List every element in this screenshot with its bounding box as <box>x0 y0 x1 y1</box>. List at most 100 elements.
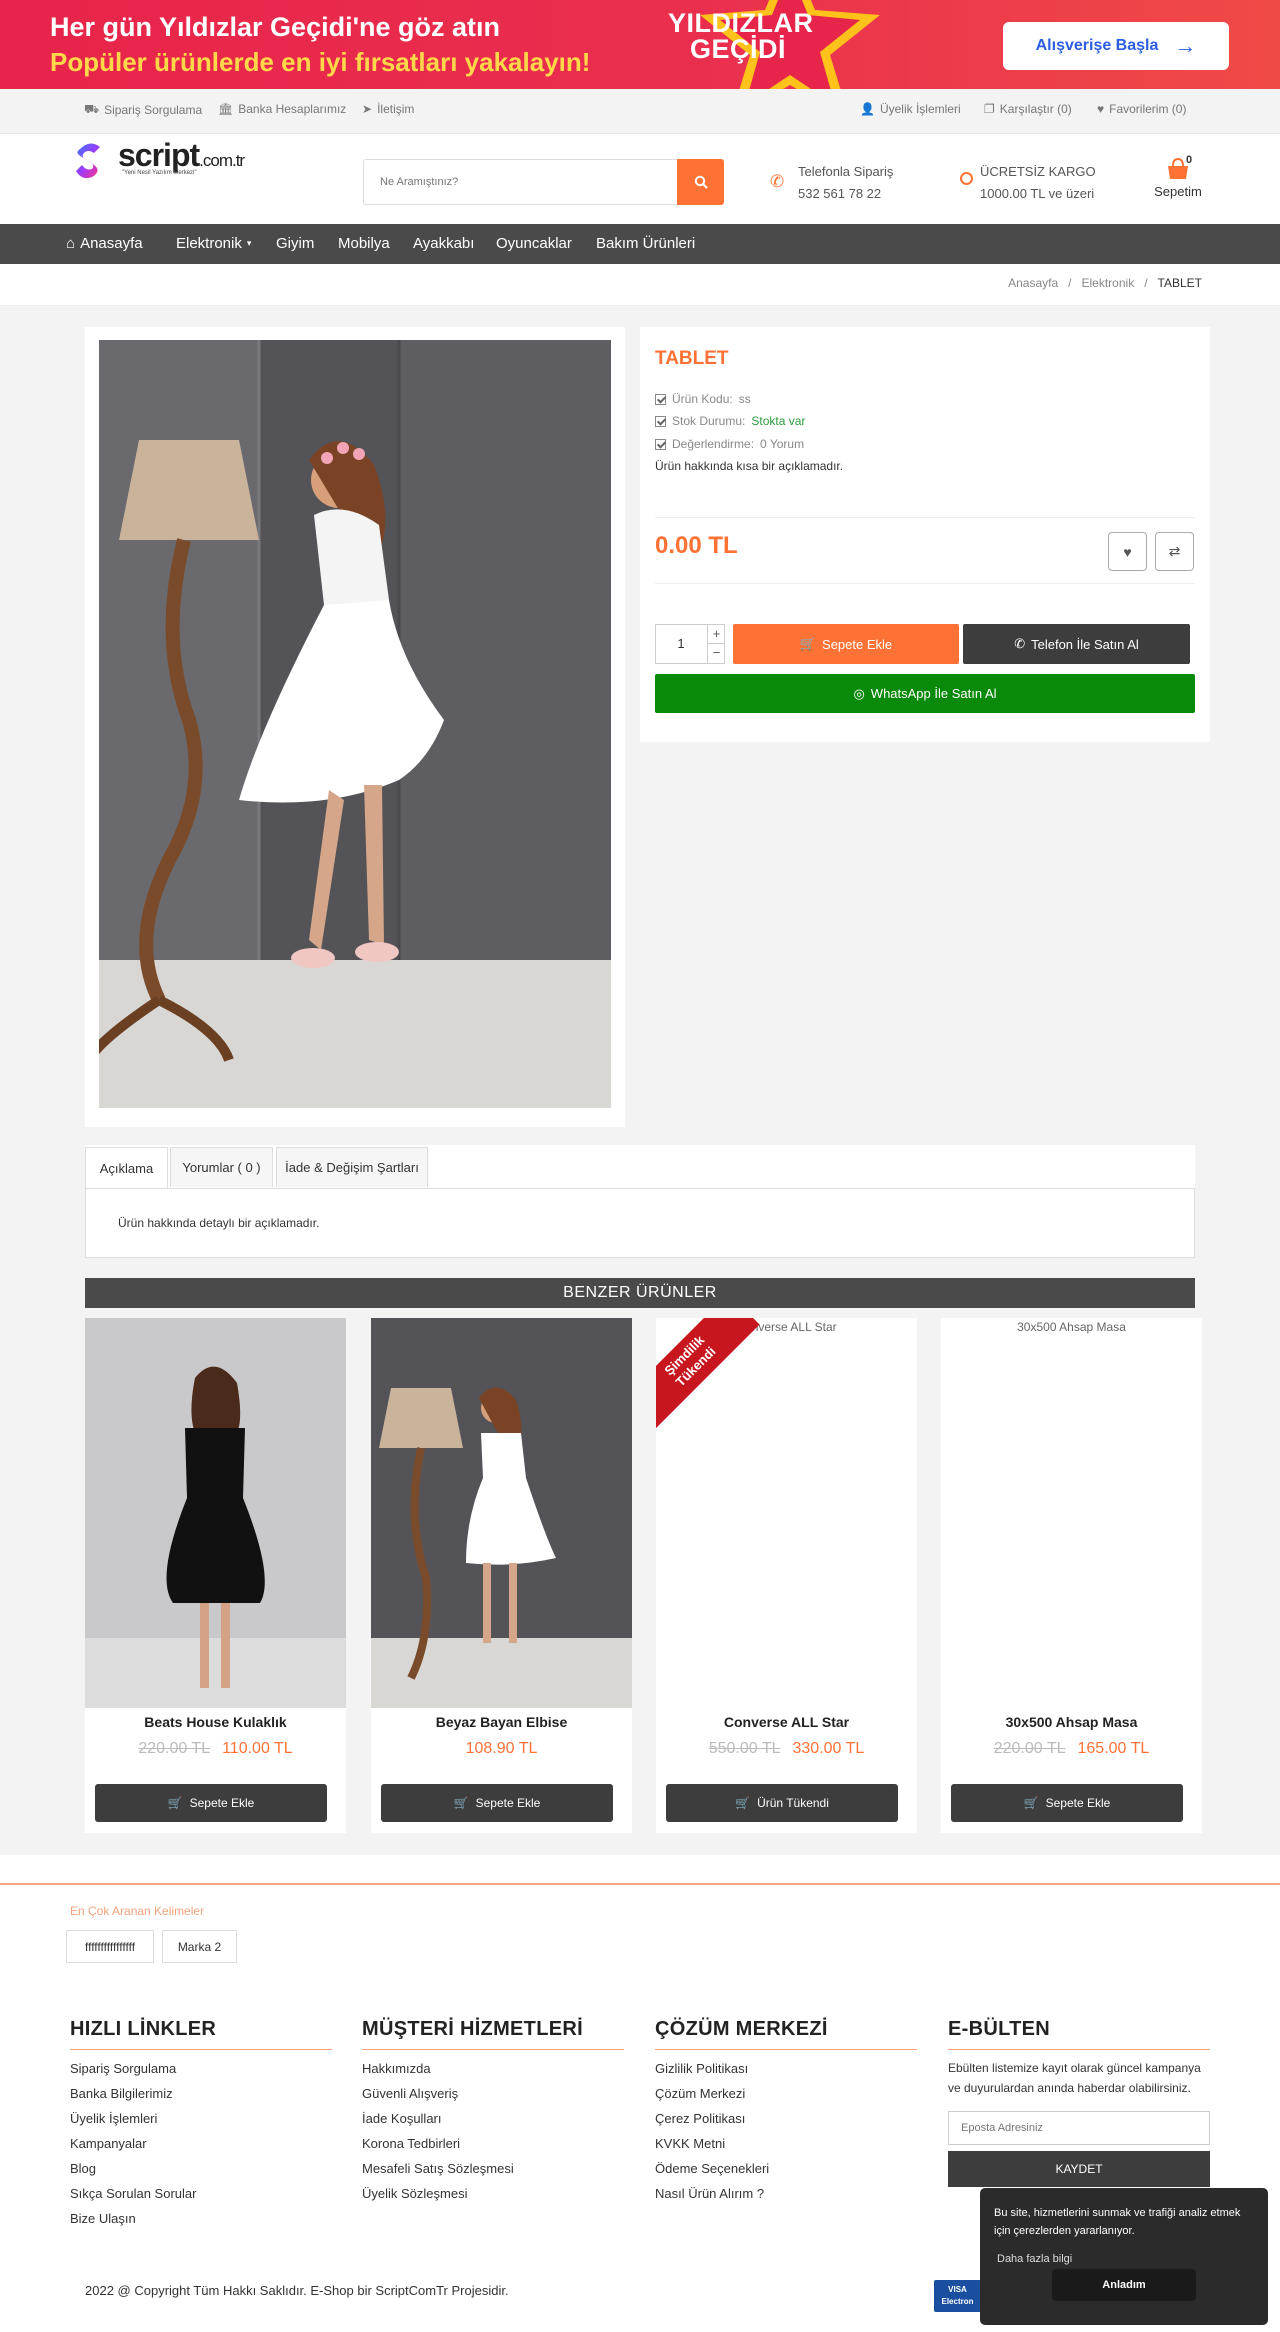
search-button[interactable] <box>677 159 724 205</box>
divider <box>655 583 1195 584</box>
product-card-image[interactable]: 30x500 Ahsap Masa <box>941 1318 1202 1708</box>
product-card[interactable]: Beyaz Bayan Elbise 108.90 TL 🛒 Sepete Ekl… <box>371 1318 632 1833</box>
product-card-name[interactable]: 30x500 Ahsap Masa <box>941 1714 1202 1730</box>
shop-now-button[interactable]: Alışverişe Başla → <box>1003 22 1229 70</box>
search-tag[interactable]: ffffffffffffffff <box>66 1930 154 1963</box>
add-favorite-button[interactable]: ♥ <box>1108 532 1147 571</box>
search-tag[interactable]: Marka 2 <box>162 1930 237 1963</box>
tab-description[interactable]: Açıklama <box>85 1147 168 1189</box>
product-card-name[interactable]: Converse ALL Star <box>656 1714 917 1730</box>
banner-subheadline: Popüler ürünlerde en iyi fırsatları yaka… <box>50 47 591 77</box>
compare-link[interactable]: ❐ Karşılaştır (0) <box>984 102 1072 116</box>
cart-button[interactable]: 0 Sepetim <box>1148 154 1208 199</box>
promo-banner[interactable]: Her gün Yıldızlar Geçidi'ne göz atın Pop… <box>0 0 1280 89</box>
phone-icon: ✆ <box>1014 636 1026 651</box>
footer-link[interactable]: Ödeme Seçenekleri <box>655 2156 917 2181</box>
breadcrumb-home[interactable]: Anasayfa <box>1008 276 1058 290</box>
footer-link[interactable]: Sipariş Sorgulama <box>70 2056 332 2081</box>
add-to-cart-button[interactable]: 🛒 Sepete Ekle <box>381 1784 613 1822</box>
nav-toys[interactable]: Oyuncaklar <box>496 235 572 252</box>
bank-accounts-link[interactable]: 🏛 Banka Hesaplarımız <box>218 102 346 116</box>
product-card[interactable]: Beats House Kulaklık 220.00 TL 110.00 TL … <box>85 1318 346 1833</box>
footer-link[interactable]: Mesafeli Satış Sözleşmesi <box>362 2156 624 2181</box>
main-nav: ⌂ Anasayfa Elektronik ▾ Giyim Mobilya Ayak… <box>0 224 1280 264</box>
bank-icon: 🏛 <box>218 102 234 116</box>
cookie-accept-button[interactable]: Anladım <box>1052 2269 1196 2301</box>
product-card[interactable]: 30x500 Ahsap Masa 30x500 Ahsap Masa 220.… <box>941 1318 1202 1833</box>
footer-link[interactable]: Korona Tedbirleri <box>362 2131 624 2156</box>
product-image[interactable] <box>99 340 611 1108</box>
footer-link[interactable]: Bize Ulaşın <box>70 2206 332 2231</box>
newsletter-email-input[interactable] <box>948 2111 1210 2145</box>
footer-link[interactable]: Güvenli Alışveriş <box>362 2081 624 2106</box>
heart-icon: ♥ <box>1123 543 1132 560</box>
footer-link[interactable]: Üyelik Sözleşmesi <box>362 2181 624 2206</box>
logo-mark-icon <box>76 143 100 179</box>
footer-link[interactable]: Kampanyalar <box>70 2131 332 2156</box>
footer-link[interactable]: Sıkça Sorulan Sorular <box>70 2181 332 2206</box>
footer-link[interactable]: Üyelik İşlemleri <box>70 2106 332 2131</box>
nav-care-products[interactable]: Bakım Ürünleri <box>596 235 695 252</box>
footer-link[interactable]: İade Koşulları <box>362 2106 624 2131</box>
short-description: Ürün hakkında kısa bir açıklamadır. <box>655 459 844 473</box>
product-card[interactable]: Converse ALL Star Şimdilik Tükendi Conver… <box>656 1318 917 1833</box>
breadcrumb-category[interactable]: Elektronik <box>1082 276 1135 290</box>
footer-link[interactable]: Çözüm Merkezi <box>655 2081 917 2106</box>
whatsapp-icon: ◎ <box>853 685 865 701</box>
quantity-stepper: 1 + − <box>655 624 725 664</box>
increase-button[interactable]: + <box>707 625 725 644</box>
footer-link[interactable]: Blog <box>70 2156 332 2181</box>
user-icon: 👤 <box>860 102 875 116</box>
footer-link[interactable]: Gizlilik Politikası <box>655 2056 917 2081</box>
product-card-name[interactable]: Beyaz Bayan Elbise <box>371 1714 632 1730</box>
truck-icon: ⛟ <box>84 102 100 116</box>
visa-electron-icon: VISA Electron <box>934 2280 981 2312</box>
footer-newsletter: E-BÜLTEN Ebülten listemize kayıt olarak … <box>948 2018 1210 2098</box>
nav-electronics[interactable]: Elektronik ▾ <box>176 235 251 252</box>
footer-link[interactable]: Banka Bilgilerimiz <box>70 2081 332 2106</box>
product-card-image[interactable] <box>85 1318 346 1708</box>
add-to-cart-button[interactable]: 🛒 Sepete Ekle <box>95 1784 327 1822</box>
nav-shoes[interactable]: Ayakkabı <box>413 235 474 252</box>
image-alt-text: 30x500 Ahsap Masa <box>1017 1320 1126 1334</box>
favorites-link[interactable]: ♥ Favorilerim (0) <box>1097 102 1186 116</box>
whatsapp-buy-button[interactable]: ◎ WhatsApp İle Satın Al <box>655 674 1195 713</box>
cart-icon: 🛒 <box>453 1796 469 1810</box>
tab-content: Ürün hakkında detaylı bir açıklamadır. <box>85 1188 1195 1258</box>
cookie-more-info-link[interactable]: Daha fazla bilgi <box>997 2250 1072 2268</box>
footer-heading: ÇÖZÜM MERKEZİ <box>655 2018 917 2050</box>
product-card-price: 220.00 TL 110.00 TL <box>138 1740 293 1757</box>
description-text: Ürün hakkında detaylı bir açıklamadır. <box>118 1216 320 1230</box>
copy-icon: ❐ <box>984 102 995 116</box>
order-tracking-link[interactable]: ⛟ Sipariş Sorgulama <box>84 102 202 118</box>
footer-link[interactable]: KVKK Metni <box>655 2131 917 2156</box>
membership-link[interactable]: 👤 Üyelik İşlemleri <box>860 102 961 116</box>
sold-out-button[interactable]: 🛒 Ürün Tükendi <box>666 1784 898 1822</box>
tab-reviews[interactable]: Yorumlar ( 0 ) <box>170 1147 273 1187</box>
footer-link[interactable]: Nasıl Ürün Alırım ? <box>655 2181 917 2206</box>
compare-button[interactable]: ⇄ <box>1155 532 1194 571</box>
decrease-button[interactable]: − <box>707 644 725 663</box>
site-logo[interactable]: script.com.tr "Yeni Nesil Yazılım Merkez… <box>70 137 270 187</box>
cart-count: 0 <box>1186 154 1193 166</box>
product-card-name[interactable]: Beats House Kulaklık <box>85 1714 346 1730</box>
divider <box>655 517 1195 518</box>
nav-home[interactable]: ⌂ Anasayfa <box>66 235 143 252</box>
nav-clothing[interactable]: Giyim <box>276 235 314 252</box>
newsletter-save-button[interactable]: KAYDET <box>948 2151 1210 2187</box>
logo-tagline: "Yeni Nesil Yazılım Merkezi" <box>122 170 197 176</box>
tab-returns[interactable]: İade & Değişim Şartları <box>276 1147 428 1187</box>
add-to-cart-button[interactable]: 🛒 Sepete Ekle <box>733 624 959 664</box>
product-card-image[interactable] <box>371 1318 632 1708</box>
footer-link[interactable]: Hakkımızda <box>362 2056 624 2081</box>
buy-by-phone-button[interactable]: ✆ Telefon İle Satın Al <box>963 624 1190 664</box>
check-icon <box>655 438 666 450</box>
phone-order[interactable]: ✆ Telefonla Sipariş 532 561 78 22 <box>770 161 893 205</box>
add-to-cart-button[interactable]: 🛒 Sepete Ekle <box>951 1784 1183 1822</box>
contact-link[interactable]: ➤ İletişim <box>362 102 414 116</box>
search-input[interactable] <box>364 160 678 204</box>
check-icon <box>655 415 666 427</box>
quantity-value[interactable]: 1 <box>656 636 706 651</box>
footer-link[interactable]: Çerez Politikası <box>655 2106 917 2131</box>
nav-furniture[interactable]: Mobilya <box>338 235 390 252</box>
